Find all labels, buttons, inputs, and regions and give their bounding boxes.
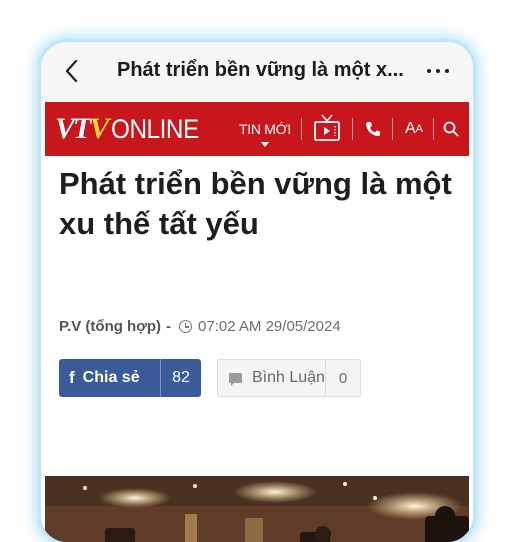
back-button[interactable] [61,56,85,86]
article-timestamp: 07:02 AM 29/05/2024 [198,318,341,335]
article-meta: P.V (tổng hợp) - 07:02 AM 29/05/2024 [59,318,341,335]
nav-divider [301,118,302,140]
browser-header: Phát triển bền vững là một x... [41,42,473,102]
nav-divider [433,118,434,140]
more-dot [445,69,449,73]
caret-down-icon [261,142,269,147]
nav-tv-button[interactable] [307,102,347,156]
tv-icon [314,114,340,141]
meta-separator: - [166,318,172,335]
article-hero-image [45,476,469,542]
article-author: P.V (tổng hợp) [59,318,162,335]
article-content: Phát triển bền vững là một xu thế tất yế… [45,156,469,542]
nav-divider [392,118,393,140]
facebook-icon: f [69,368,75,387]
font-size-big: A [404,120,416,137]
site-navbar: VTV ONLINE TIN MỚI AA [45,102,469,156]
logo-vtv: VTV [55,112,109,146]
banquet-hall-photo [45,476,469,542]
share-label: Chia sẻ [82,369,140,386]
more-horizontal-icon [427,69,431,73]
comment-label: Bình Luận [252,369,325,386]
clock-icon [179,320,193,333]
phone-frame: Phát triển bền vững là một x... VTV ONLI… [41,42,473,542]
comment-count: 0 [325,360,360,396]
search-icon [443,121,459,137]
nav-divider [352,118,353,140]
site-logo[interactable]: VTV ONLINE [55,112,209,146]
logo-v: V [89,112,109,145]
article-headline: Phát triển bền vững là một xu thế tất yế… [59,166,452,241]
nav-phone-button[interactable] [357,102,389,156]
logo-vt: VT [55,112,91,145]
facebook-share-button[interactable]: f Chia sẻ 82 [59,359,201,397]
share-count: 82 [160,359,201,397]
font-size-button[interactable]: AA [397,102,431,156]
nav-latest-label: TIN MỚI [239,121,291,137]
page-title: Phát triển bền vững là một x... [117,59,404,81]
search-button[interactable] [437,102,465,156]
comment-button[interactable]: Bình Luận 0 [217,359,361,397]
nav-latest-news[interactable]: TIN MỚI [235,102,295,156]
comment-icon [229,373,242,386]
more-dot [436,69,440,73]
chevron-left-icon [65,59,78,83]
phone-icon [366,122,380,136]
more-button[interactable] [427,58,453,84]
font-size-small: A [415,123,423,135]
logo-online: ONLINE [111,113,200,144]
